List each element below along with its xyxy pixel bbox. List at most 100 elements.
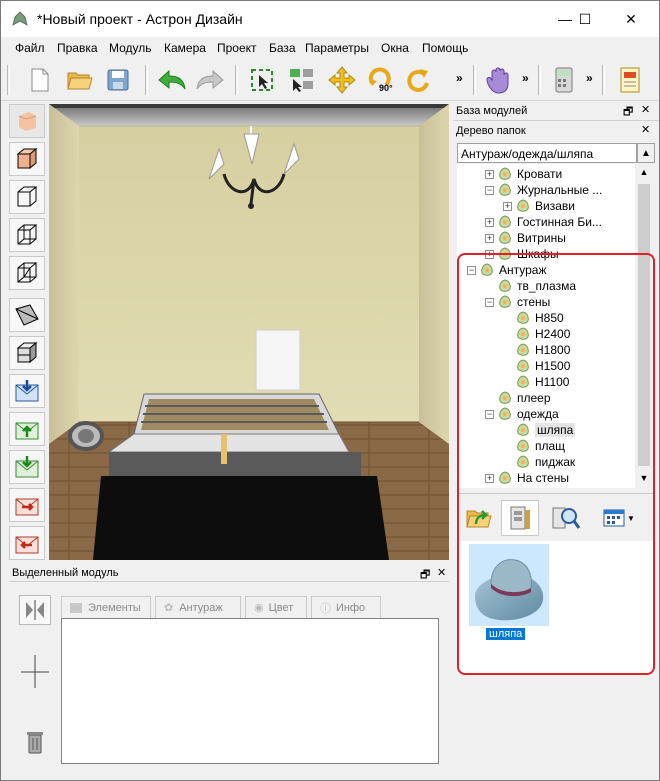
tab-elements[interactable]: Элементы <box>61 596 151 618</box>
folder-node-icon <box>499 167 511 180</box>
undo-icon[interactable] <box>155 63 189 97</box>
tree-node[interactable]: + Витрины <box>485 230 566 246</box>
tree-node[interactable]: плеер <box>485 390 551 406</box>
tab-info[interactable]: ⓘ Инфо <box>311 596 381 618</box>
menu-file[interactable]: Файл <box>15 41 45 55</box>
folder-node-icon <box>517 311 529 324</box>
tree-node[interactable]: + Гостинная Би... <box>485 214 602 230</box>
scroll-down-icon[interactable]: ▼ <box>635 470 653 486</box>
scroll-thumb[interactable] <box>638 184 650 466</box>
tree-node[interactable]: H1500 <box>503 358 570 374</box>
menu-windows[interactable]: Окна <box>381 41 409 55</box>
module-content-area[interactable] <box>61 618 439 764</box>
trash-icon[interactable] <box>23 729 47 755</box>
tree-node[interactable]: + Визави <box>503 198 575 214</box>
envelope-down-icon[interactable] <box>9 450 45 484</box>
select-frame-icon[interactable] <box>245 63 279 97</box>
tree-node[interactable]: шляпа <box>503 422 576 438</box>
tree-node[interactable]: пиджак <box>503 454 575 470</box>
menu-module[interactable]: Модуль <box>109 41 152 55</box>
view-wire-cube-icon[interactable] <box>9 180 45 214</box>
folder-tree[interactable]: + Кровати − Журнальные ... + Визави + Гостинная… <box>457 164 635 488</box>
module-base-close-icon[interactable]: ✕ <box>641 103 650 116</box>
tree-node[interactable]: − одежда <box>485 406 559 422</box>
expand-icon[interactable]: + <box>503 201 512 211</box>
panel-close-icon[interactable]: ✕ <box>437 566 446 579</box>
mirror-button[interactable] <box>19 595 51 625</box>
menu-project[interactable]: Проект <box>217 41 257 55</box>
close-button[interactable]: ✕ <box>613 7 649 31</box>
menu-help[interactable]: Помощь <box>422 41 468 55</box>
menu-base[interactable]: База <box>269 41 296 55</box>
tree-node[interactable]: − Антураж <box>467 262 547 278</box>
menu-parameters[interactable]: Параметры <box>305 41 369 55</box>
module-thumbnail-hat[interactable] <box>469 544 549 626</box>
search-module-icon[interactable] <box>549 502 583 534</box>
tree-scrollbar[interactable]: ▲ ▼ <box>635 164 653 488</box>
tree-node[interactable]: + Шкафы <box>485 246 559 262</box>
toolbar-overflow-1[interactable]: » <box>456 71 463 85</box>
tree-node[interactable]: − стены <box>485 294 550 310</box>
menu-camera[interactable]: Камера <box>164 41 206 55</box>
view-solid-cube-icon[interactable] <box>9 104 45 138</box>
view-wire-cube-hidden-icon[interactable] <box>9 218 45 252</box>
view-perspective-plane-icon[interactable] <box>9 298 45 332</box>
tab-color[interactable]: ◉ Цвет <box>245 596 307 618</box>
folder-path-field[interactable]: Антураж/одежда/шляпа <box>457 143 637 163</box>
tab-decor[interactable]: ✿ Антураж <box>155 596 241 618</box>
tree-node[interactable]: H1800 <box>503 342 570 358</box>
folder-node-icon <box>517 375 529 388</box>
scroll-up-icon[interactable]: ▲ <box>635 164 653 180</box>
expand-icon[interactable]: + <box>485 249 494 259</box>
move-icon[interactable] <box>325 63 359 97</box>
tree-node[interactable]: + Кровати <box>485 166 562 182</box>
tree-node[interactable]: плащ <box>503 438 565 454</box>
save-icon[interactable] <box>101 63 135 97</box>
calculator-icon[interactable] <box>547 63 581 97</box>
open-folder-icon[interactable] <box>63 63 97 97</box>
menu-edit[interactable]: Правка <box>57 41 98 55</box>
maximize-button[interactable]: ☐ <box>567 7 603 31</box>
collapse-icon[interactable]: − <box>485 297 494 307</box>
report-icon[interactable] <box>613 63 647 97</box>
tree-node[interactable]: H2400 <box>503 326 570 342</box>
module-thumbnail-label[interactable]: шляпа <box>486 628 526 640</box>
select-tool-icon[interactable] <box>285 63 319 97</box>
redo-icon[interactable] <box>193 63 227 97</box>
expand-icon[interactable]: + <box>485 233 494 243</box>
hand-pan-icon[interactable] <box>481 63 515 97</box>
tree-node[interactable]: − Журнальные ... <box>485 182 602 198</box>
expand-icon[interactable]: + <box>485 473 494 483</box>
view-box-shaded-icon[interactable] <box>9 336 45 370</box>
module-catalog-icon[interactable] <box>501 500 539 536</box>
envelope-import-icon[interactable] <box>9 374 45 408</box>
envelope-export-left-icon[interactable] <box>9 526 45 560</box>
path-up-arrow-icon[interactable]: ▲ <box>637 143 655 163</box>
3d-viewport[interactable] <box>49 104 449 560</box>
toolbar-overflow-3[interactable]: » <box>586 71 593 85</box>
envelope-export-right-icon[interactable] <box>9 488 45 522</box>
new-document-icon[interactable] <box>23 63 57 97</box>
view-wire-cube-full-icon[interactable] <box>9 256 45 290</box>
align-cross-icon[interactable] <box>19 652 51 692</box>
collapse-icon[interactable]: − <box>485 185 494 195</box>
rotate-icon[interactable] <box>401 63 435 97</box>
tree-node[interactable]: H1100 <box>503 374 569 390</box>
module-base-undock-icon[interactable]: 🗗 <box>623 103 633 122</box>
expand-icon[interactable]: + <box>485 169 494 179</box>
rotate-90-icon[interactable]: 90° <box>363 63 397 97</box>
folder-tree-close-icon[interactable]: ✕ <box>641 123 650 136</box>
tree-node[interactable]: H850 <box>503 310 564 326</box>
envelope-up-icon[interactable] <box>9 412 45 446</box>
panel-undock-icon[interactable]: 🗗 <box>420 566 430 585</box>
collapse-icon[interactable]: − <box>467 265 476 275</box>
toolbar-overflow-2[interactable]: » <box>522 71 529 85</box>
view-shaded-cube-icon[interactable] <box>9 142 45 176</box>
tree-node[interactable]: тв_плазма <box>485 278 576 294</box>
expand-icon[interactable]: + <box>485 217 494 227</box>
tree-node[interactable]: + На стены <box>485 470 569 486</box>
collapse-icon[interactable]: − <box>485 409 494 419</box>
folder-up-icon[interactable] <box>463 502 495 534</box>
folder-node-icon <box>499 183 511 196</box>
view-mode-dropdown[interactable]: ▼ <box>603 506 637 530</box>
